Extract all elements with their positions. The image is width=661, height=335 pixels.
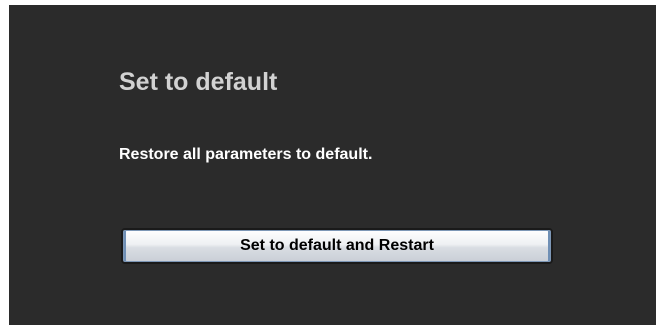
settings-panel: Set to default Restore all parameters to… bbox=[9, 5, 656, 325]
set-default-restart-button[interactable]: Set to default and Restart bbox=[121, 228, 553, 264]
description-text: Restore all parameters to default. bbox=[119, 146, 373, 163]
page-title: Set to default bbox=[119, 68, 278, 96]
